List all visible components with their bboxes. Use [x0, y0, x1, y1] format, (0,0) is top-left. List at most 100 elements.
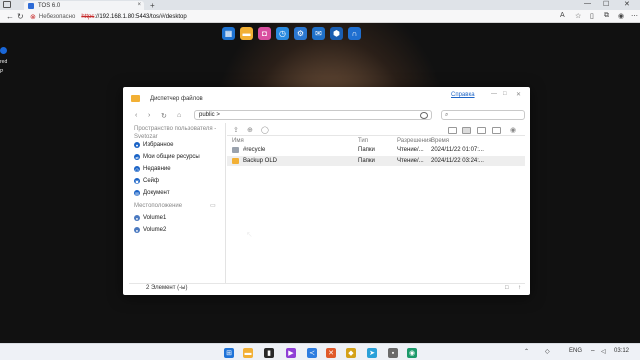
item-count: 2 Элемент (-ы) [146, 285, 188, 291]
tab-actions-icon[interactable] [3, 1, 11, 8]
file-manager-window: Диспетчер файлов Справка — □ ✕ ‹ › ↻ ⌂ p… [123, 87, 530, 295]
settings-icon[interactable]: ⚙ [294, 26, 307, 40]
split-view-icon[interactable]: ▯ [590, 12, 594, 20]
sidebar-item-document[interactable]: ▤ Документ [134, 190, 170, 196]
read-aloud-icon[interactable]: A [560, 12, 565, 19]
file-list-panel: ⇪ ⊕ ◯ ◉ Имя Тип Разрешения Время #recycl… [227, 123, 525, 283]
language-indicator[interactable]: ENG [569, 348, 582, 354]
start-icon[interactable]: ⊞ [224, 348, 234, 358]
table-row[interactable]: Backup OLD Папки Чтение/... 2024/11/22 0… [227, 156, 525, 166]
storage-settings-icon[interactable]: ▭ [210, 202, 216, 209]
file-manager-icon[interactable]: ▬ [240, 26, 253, 40]
headset-icon[interactable]: ∩ [348, 26, 361, 40]
column-type[interactable]: Тип [358, 138, 368, 144]
sidebar-item-recent[interactable]: ◷ Недавние [134, 166, 171, 172]
favorite-star-icon[interactable]: ☆ [575, 12, 581, 20]
app-dock: ▦ ▬ ◘ ◷ ⚙ ✉ ⬢ ∩ [222, 25, 361, 41]
vscode-icon[interactable]: ≺ [307, 348, 317, 358]
file-time: 2024/11/22 01:07:... [431, 147, 484, 153]
terminal-icon[interactable]: ▮ [264, 348, 274, 358]
search-icon: ⌕ [445, 112, 449, 118]
new-item-icon[interactable]: ⊕ [247, 126, 253, 134]
sidebar-item-my-shares[interactable]: ⇄ Мои общие ресурсы [134, 154, 200, 160]
refresh-icon[interactable]: ↻ [161, 112, 167, 120]
clock-time[interactable]: 03:12 [614, 348, 629, 354]
expand-icon[interactable]: ↑ [518, 285, 521, 291]
eye-icon[interactable] [420, 112, 428, 119]
tab-title: TOS 6.0 [38, 2, 61, 9]
tray-chevron-icon[interactable]: ⌃ [524, 348, 529, 355]
back-button[interactable]: ← [6, 12, 14, 21]
explorer-icon[interactable]: ▬ [243, 348, 253, 358]
more-options-icon[interactable]: ◯ [261, 126, 269, 134]
profile-icon[interactable]: ◉ [618, 12, 624, 20]
file-actions-toolbar: ⇪ ⊕ ◯ ◉ [227, 124, 525, 136]
column-name[interactable]: Имя [232, 138, 244, 144]
telegram-icon[interactable]: ➤ [367, 348, 377, 358]
upload-icon[interactable]: ⇪ [233, 126, 239, 134]
media-icon[interactable]: ▶ [286, 348, 296, 358]
browser-tab[interactable]: TOS 6.0 × [24, 1, 144, 10]
back-arrow-icon[interactable]: ‹ [135, 112, 137, 119]
preview-view-icon[interactable] [492, 127, 501, 134]
close-window-button[interactable]: ✕ [624, 0, 630, 8]
volume-icon[interactable]: ◁ [601, 348, 606, 355]
user-space-heading: Пространство пользователя - Svetozar [134, 126, 217, 140]
sidebar-item-volume2[interactable]: ● Volume2 [134, 227, 166, 233]
mail-icon[interactable]: ✉ [312, 26, 325, 40]
list-view-icon[interactable] [462, 127, 471, 134]
window-title: Диспетчер файлов [150, 96, 203, 102]
picture-icon[interactable]: ◘ [258, 26, 271, 40]
folder-icon [232, 158, 239, 164]
home-icon[interactable]: ⌂ [177, 112, 181, 119]
desktop-app-icon[interactable] [0, 47, 7, 54]
box-icon[interactable]: ⬢ [330, 26, 343, 40]
window-title-bar[interactable]: Диспетчер файлов Справка — □ ✕ [123, 87, 530, 105]
file-permissions: Чтение/... [397, 158, 424, 164]
app-icon[interactable]: ▪ [388, 348, 398, 358]
window-minimize-icon[interactable]: — [491, 91, 497, 97]
insecure-label: Небезопасно [38, 13, 76, 20]
new-tab-button[interactable]: + [150, 1, 155, 10]
mouse-cursor-icon: ↖ [246, 230, 253, 239]
search-input[interactable]: ⌕ [441, 110, 525, 120]
sidebar-item-volume1[interactable]: ● Volume1 [134, 215, 166, 221]
clock-icon: ◷ [134, 166, 140, 172]
file-name: #recycle [243, 147, 266, 153]
column-time[interactable]: Время [431, 138, 449, 144]
browser-tab-bar: TOS 6.0 × + — ☐ ✕ [0, 0, 640, 10]
more-menu-icon[interactable]: ⋯ [631, 12, 638, 20]
game-icon[interactable]: ◆ [346, 348, 356, 358]
minimize-button[interactable]: — [584, 0, 591, 7]
edge-icon[interactable]: ◉ [407, 348, 417, 358]
share-icon: ⇄ [134, 154, 140, 160]
sidebar-item-favorites[interactable]: ♥ Избранное [134, 142, 173, 148]
grid-view-icon[interactable] [448, 127, 457, 134]
path-breadcrumb[interactable]: public > [194, 110, 432, 120]
office-icon[interactable]: ✕ [326, 348, 336, 358]
collections-icon[interactable]: ⧉ [604, 12, 609, 20]
maximize-button[interactable]: ☐ [603, 0, 609, 8]
column-permissions[interactable]: Разрешения [397, 138, 432, 144]
reload-button[interactable]: ↻ [17, 12, 24, 21]
sidebar-item-safe[interactable]: ▣ Сейф [134, 178, 159, 184]
security-warning-icon: ⊗ [30, 13, 36, 21]
window-maximize-icon[interactable]: □ [503, 91, 507, 97]
clock-icon[interactable]: ◷ [276, 26, 289, 40]
url-field[interactable]: ⊗ Небезопасно https ://192.168.1.80:5443… [30, 12, 550, 21]
info-icon[interactable]: □ [505, 285, 509, 291]
file-type: Папки [358, 147, 375, 153]
app-center-icon[interactable]: ▦ [222, 26, 235, 40]
columns-view-icon[interactable] [477, 127, 486, 134]
status-bar: 2 Элемент (-ы) □ ↑ [129, 283, 525, 293]
network-icon[interactable]: ⌔ [590, 348, 596, 356]
forward-arrow-icon[interactable]: › [148, 112, 150, 119]
windows-update-icon[interactable]: ◇ [545, 348, 550, 355]
table-row[interactable]: #recycle Папки Чтение/... 2024/11/22 01:… [227, 145, 525, 155]
tab-close-icon[interactable]: × [137, 2, 141, 8]
file-type: Папки [358, 158, 375, 164]
visibility-icon[interactable]: ◉ [510, 126, 516, 134]
window-close-icon[interactable]: ✕ [516, 91, 521, 98]
navigation-toolbar: ‹ › ↻ ⌂ public > ⌕ [123, 107, 530, 123]
help-link[interactable]: Справка [451, 92, 475, 98]
